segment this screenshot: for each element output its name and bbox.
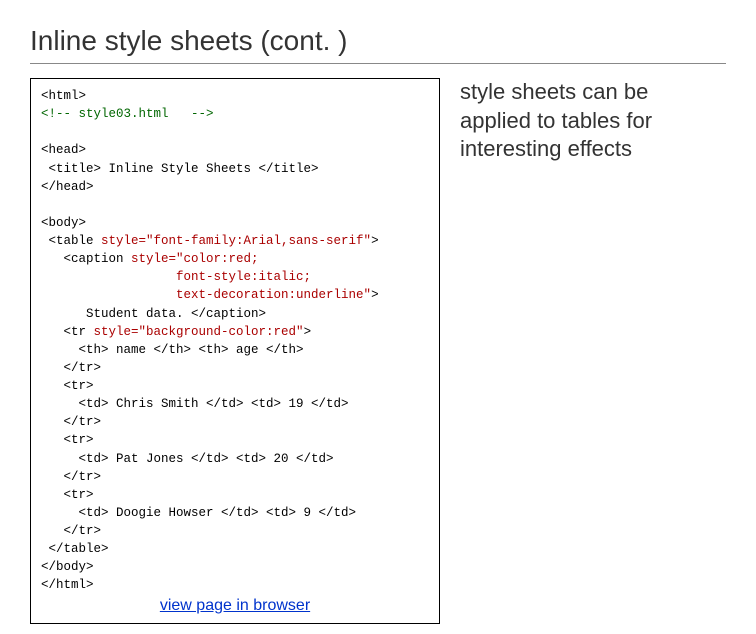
code-line: <html>	[41, 89, 86, 103]
code-comment: <!-- style03.html -->	[41, 107, 214, 121]
code-style-attr: style="font-family:Arial,sans-serif"	[101, 234, 371, 248]
link-row: view page in browser	[41, 597, 429, 615]
code-line: >	[304, 325, 312, 339]
code-line: <table	[41, 234, 101, 248]
code-line: </tr>	[41, 524, 101, 538]
code-style-attr: style="background-color:red"	[94, 325, 304, 339]
code-box: <html> <!-- style03.html --> <head> <tit…	[30, 78, 440, 624]
code-line: </body>	[41, 560, 94, 574]
code-line: <tr>	[41, 379, 94, 393]
code-line: <td> Doogie Howser </td> <td> 9 </td>	[41, 506, 356, 520]
code-line: <title> Inline Style Sheets </title>	[41, 162, 319, 176]
code-line: <caption	[41, 252, 131, 266]
code-line: <body>	[41, 216, 86, 230]
code-line: </tr>	[41, 415, 101, 429]
code-line: </head>	[41, 180, 94, 194]
code-line: >	[371, 288, 379, 302]
code-style-attr: font-style:italic;	[41, 270, 311, 284]
code-line: >	[371, 234, 379, 248]
code-line: </tr>	[41, 470, 101, 484]
code-listing: <html> <!-- style03.html --> <head> <tit…	[41, 87, 429, 595]
code-line: <tr	[41, 325, 94, 339]
code-line: <tr>	[41, 488, 94, 502]
slide-title: Inline style sheets (cont. )	[30, 25, 726, 64]
code-line: <td> Pat Jones </td> <td> 20 </td>	[41, 452, 334, 466]
code-line: <tr>	[41, 433, 94, 447]
description-text: style sheets can be applied to tables fo…	[460, 78, 700, 164]
code-line: </tr>	[41, 361, 101, 375]
code-style-attr: text-decoration:underline"	[41, 288, 371, 302]
slide: Inline style sheets (cont. ) <html> <!--…	[0, 0, 756, 634]
code-line: <th> name </th> <th> age </th>	[41, 343, 304, 357]
view-in-browser-link[interactable]: view page in browser	[160, 597, 310, 614]
code-line: </html>	[41, 578, 94, 592]
code-line: <head>	[41, 143, 86, 157]
code-line: </table>	[41, 542, 109, 556]
content-area: <html> <!-- style03.html --> <head> <tit…	[30, 78, 726, 624]
code-line: Student data. </caption>	[41, 307, 266, 321]
code-line: <td> Chris Smith </td> <td> 19 </td>	[41, 397, 349, 411]
code-style-attr: style="color:red;	[131, 252, 259, 266]
